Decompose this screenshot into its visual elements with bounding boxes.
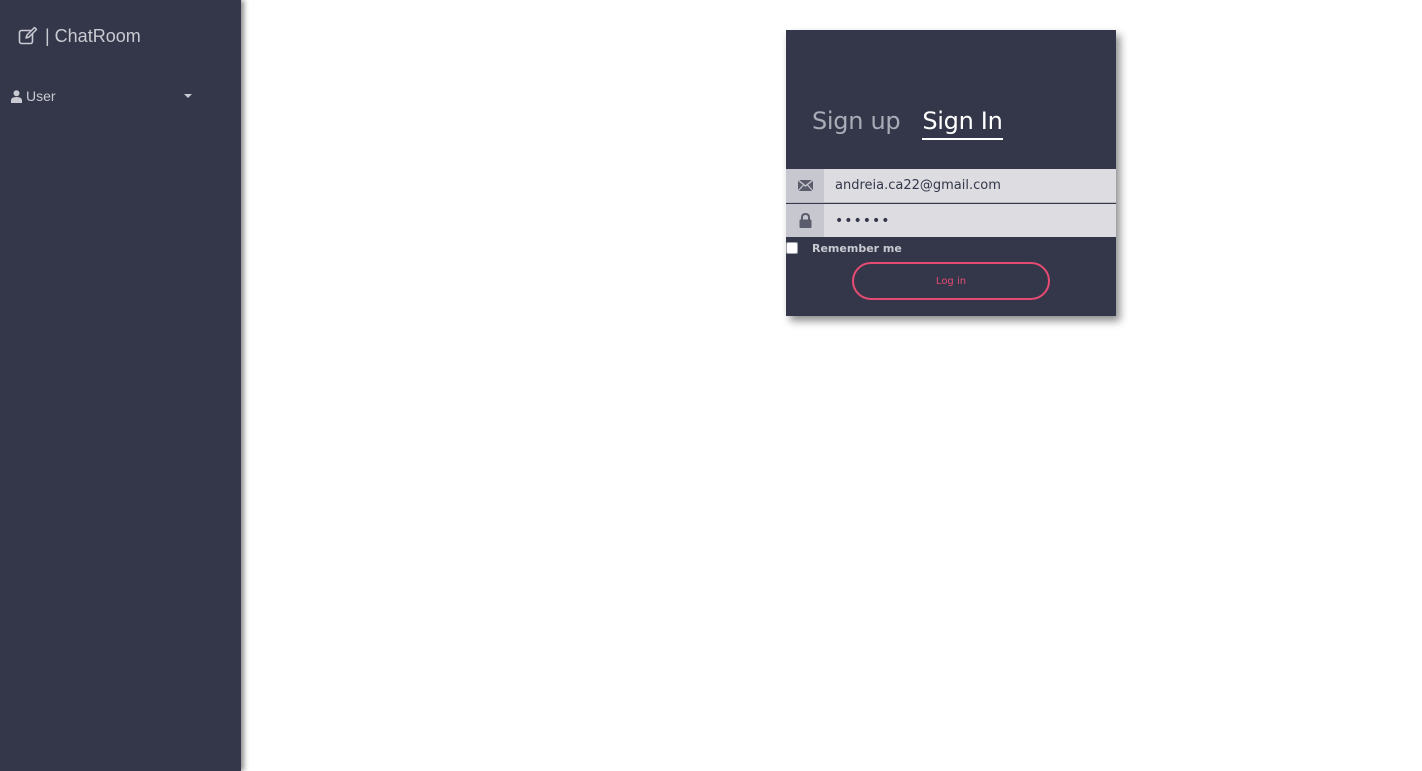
brand-title: | ChatRoom xyxy=(45,25,141,46)
sidebar: | ChatRoom User xyxy=(0,0,241,771)
brand[interactable]: | ChatRoom xyxy=(18,24,141,48)
envelope-icon xyxy=(786,169,824,203)
remember-me-checkbox[interactable] xyxy=(786,242,798,254)
edit-icon xyxy=(18,26,38,46)
email-field-group xyxy=(786,169,1116,203)
auth-tabs: Sign up Sign In xyxy=(812,106,1003,140)
password-input[interactable] xyxy=(824,204,1116,237)
tab-sign-in[interactable]: Sign In xyxy=(922,106,1003,140)
login-card: Sign up Sign In Remember me Log in xyxy=(786,30,1116,316)
tab-sign-up[interactable]: Sign up xyxy=(812,106,901,140)
lock-icon xyxy=(786,204,824,237)
email-input[interactable] xyxy=(824,169,1116,203)
user-menu-dropdown[interactable]: User xyxy=(11,86,196,106)
user-menu-label: User xyxy=(26,88,56,104)
user-icon xyxy=(11,89,22,103)
remember-me-row: Remember me xyxy=(786,241,902,255)
caret-down-icon xyxy=(184,94,192,98)
login-button[interactable]: Log in xyxy=(852,262,1050,300)
remember-me-label[interactable]: Remember me xyxy=(812,242,902,255)
password-field-group xyxy=(786,204,1116,237)
